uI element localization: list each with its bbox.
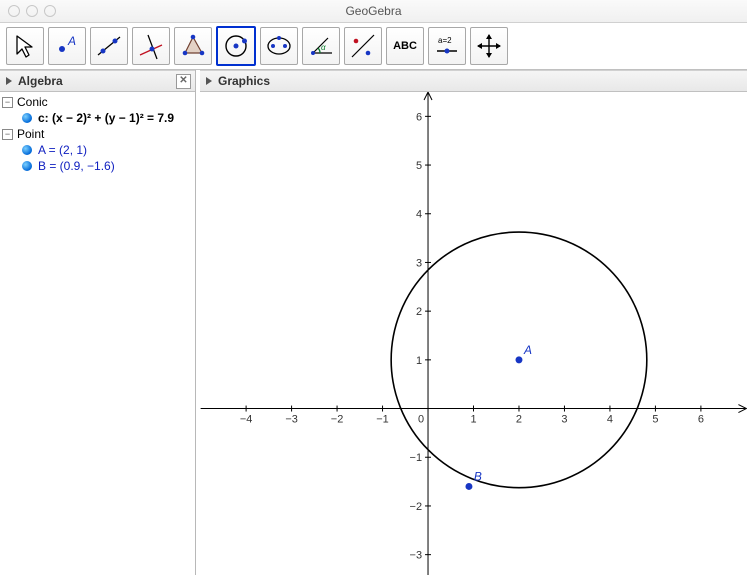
ellipse-tool[interactable]	[260, 27, 298, 65]
svg-text:−2: −2	[331, 413, 343, 425]
window-minimize-button[interactable]	[26, 5, 38, 17]
circle-tool[interactable]	[216, 26, 256, 66]
svg-text:2: 2	[416, 306, 422, 318]
svg-text:−4: −4	[240, 413, 252, 425]
titlebar: GeoGebra	[0, 0, 747, 23]
svg-text:5: 5	[416, 160, 422, 172]
visibility-dot-icon[interactable]	[22, 113, 32, 123]
line-tool[interactable]	[90, 27, 128, 65]
svg-text:B: B	[474, 469, 482, 483]
svg-text:4: 4	[416, 209, 422, 221]
polygon-tool[interactable]	[174, 27, 212, 65]
algebra-group-label: Point	[17, 127, 44, 141]
algebra-group-label: Conic	[17, 95, 48, 109]
move-view-tool[interactable]	[470, 27, 508, 65]
svg-text:1: 1	[416, 355, 422, 367]
graphics-canvas[interactable]: −4 −3 −2 −1 0 1 2 3 4 5 6 −3 −2 −1 1 2 3 4 5 6 A B	[200, 92, 747, 575]
svg-text:−1: −1	[376, 413, 388, 425]
angle-tool[interactable]: α	[302, 27, 340, 65]
svg-text:6: 6	[698, 413, 704, 425]
svg-text:A: A	[523, 343, 532, 357]
text-tool-label: ABC	[393, 40, 417, 52]
algebra-item-point-a[interactable]: A = (2, 1)	[2, 142, 195, 158]
visibility-dot-icon[interactable]	[22, 161, 32, 171]
svg-text:a=2: a=2	[438, 36, 452, 45]
move-tool[interactable]	[6, 27, 44, 65]
expander-icon[interactable]: −	[2, 129, 13, 140]
svg-text:−2: −2	[410, 501, 422, 513]
svg-text:α: α	[321, 43, 326, 52]
toolbar: A α ABC a=2	[0, 23, 747, 70]
svg-text:−1: −1	[410, 452, 422, 464]
point-tool[interactable]: A	[48, 27, 86, 65]
algebra-collapse-icon[interactable]	[4, 76, 14, 86]
reflect-tool[interactable]	[344, 27, 382, 65]
svg-text:1: 1	[470, 413, 476, 425]
slider-tool[interactable]: a=2	[428, 27, 466, 65]
algebra-close-button[interactable]: ✕	[176, 74, 191, 89]
svg-text:−3: −3	[285, 413, 297, 425]
graphics-panel: Graphics −4 −3 −2 −1 0 1 2 3 4 5 6 −3 −2 −1 1 2 3 4 5 6 A B	[200, 70, 747, 575]
window-zoom-button[interactable]	[44, 5, 56, 17]
svg-text:6: 6	[416, 111, 422, 123]
visibility-dot-icon[interactable]	[22, 145, 32, 155]
algebra-panel-title: Algebra	[18, 74, 63, 88]
algebra-panel: Algebra ✕ − Conic c: (x − 2)² + (y − 1)²…	[0, 70, 196, 575]
svg-text:3: 3	[416, 257, 422, 269]
algebra-item-point-b[interactable]: B = (0.9, −1.6)	[2, 158, 195, 174]
svg-text:4: 4	[607, 413, 613, 425]
svg-text:5: 5	[652, 413, 658, 425]
window-close-button[interactable]	[8, 5, 20, 17]
svg-text:0: 0	[418, 413, 424, 425]
svg-text:−3: −3	[410, 550, 422, 562]
graphics-collapse-icon[interactable]	[204, 76, 214, 86]
expander-icon[interactable]: −	[2, 97, 13, 108]
svg-text:A: A	[67, 34, 76, 48]
svg-text:2: 2	[516, 413, 522, 425]
app-title: GeoGebra	[0, 4, 747, 18]
svg-text:3: 3	[561, 413, 567, 425]
text-tool[interactable]: ABC	[386, 27, 424, 65]
graphics-panel-title: Graphics	[218, 74, 270, 88]
perpendicular-tool[interactable]	[132, 27, 170, 65]
algebra-item-conic-c[interactable]: c: (x − 2)² + (y − 1)² = 7.9	[2, 110, 195, 126]
